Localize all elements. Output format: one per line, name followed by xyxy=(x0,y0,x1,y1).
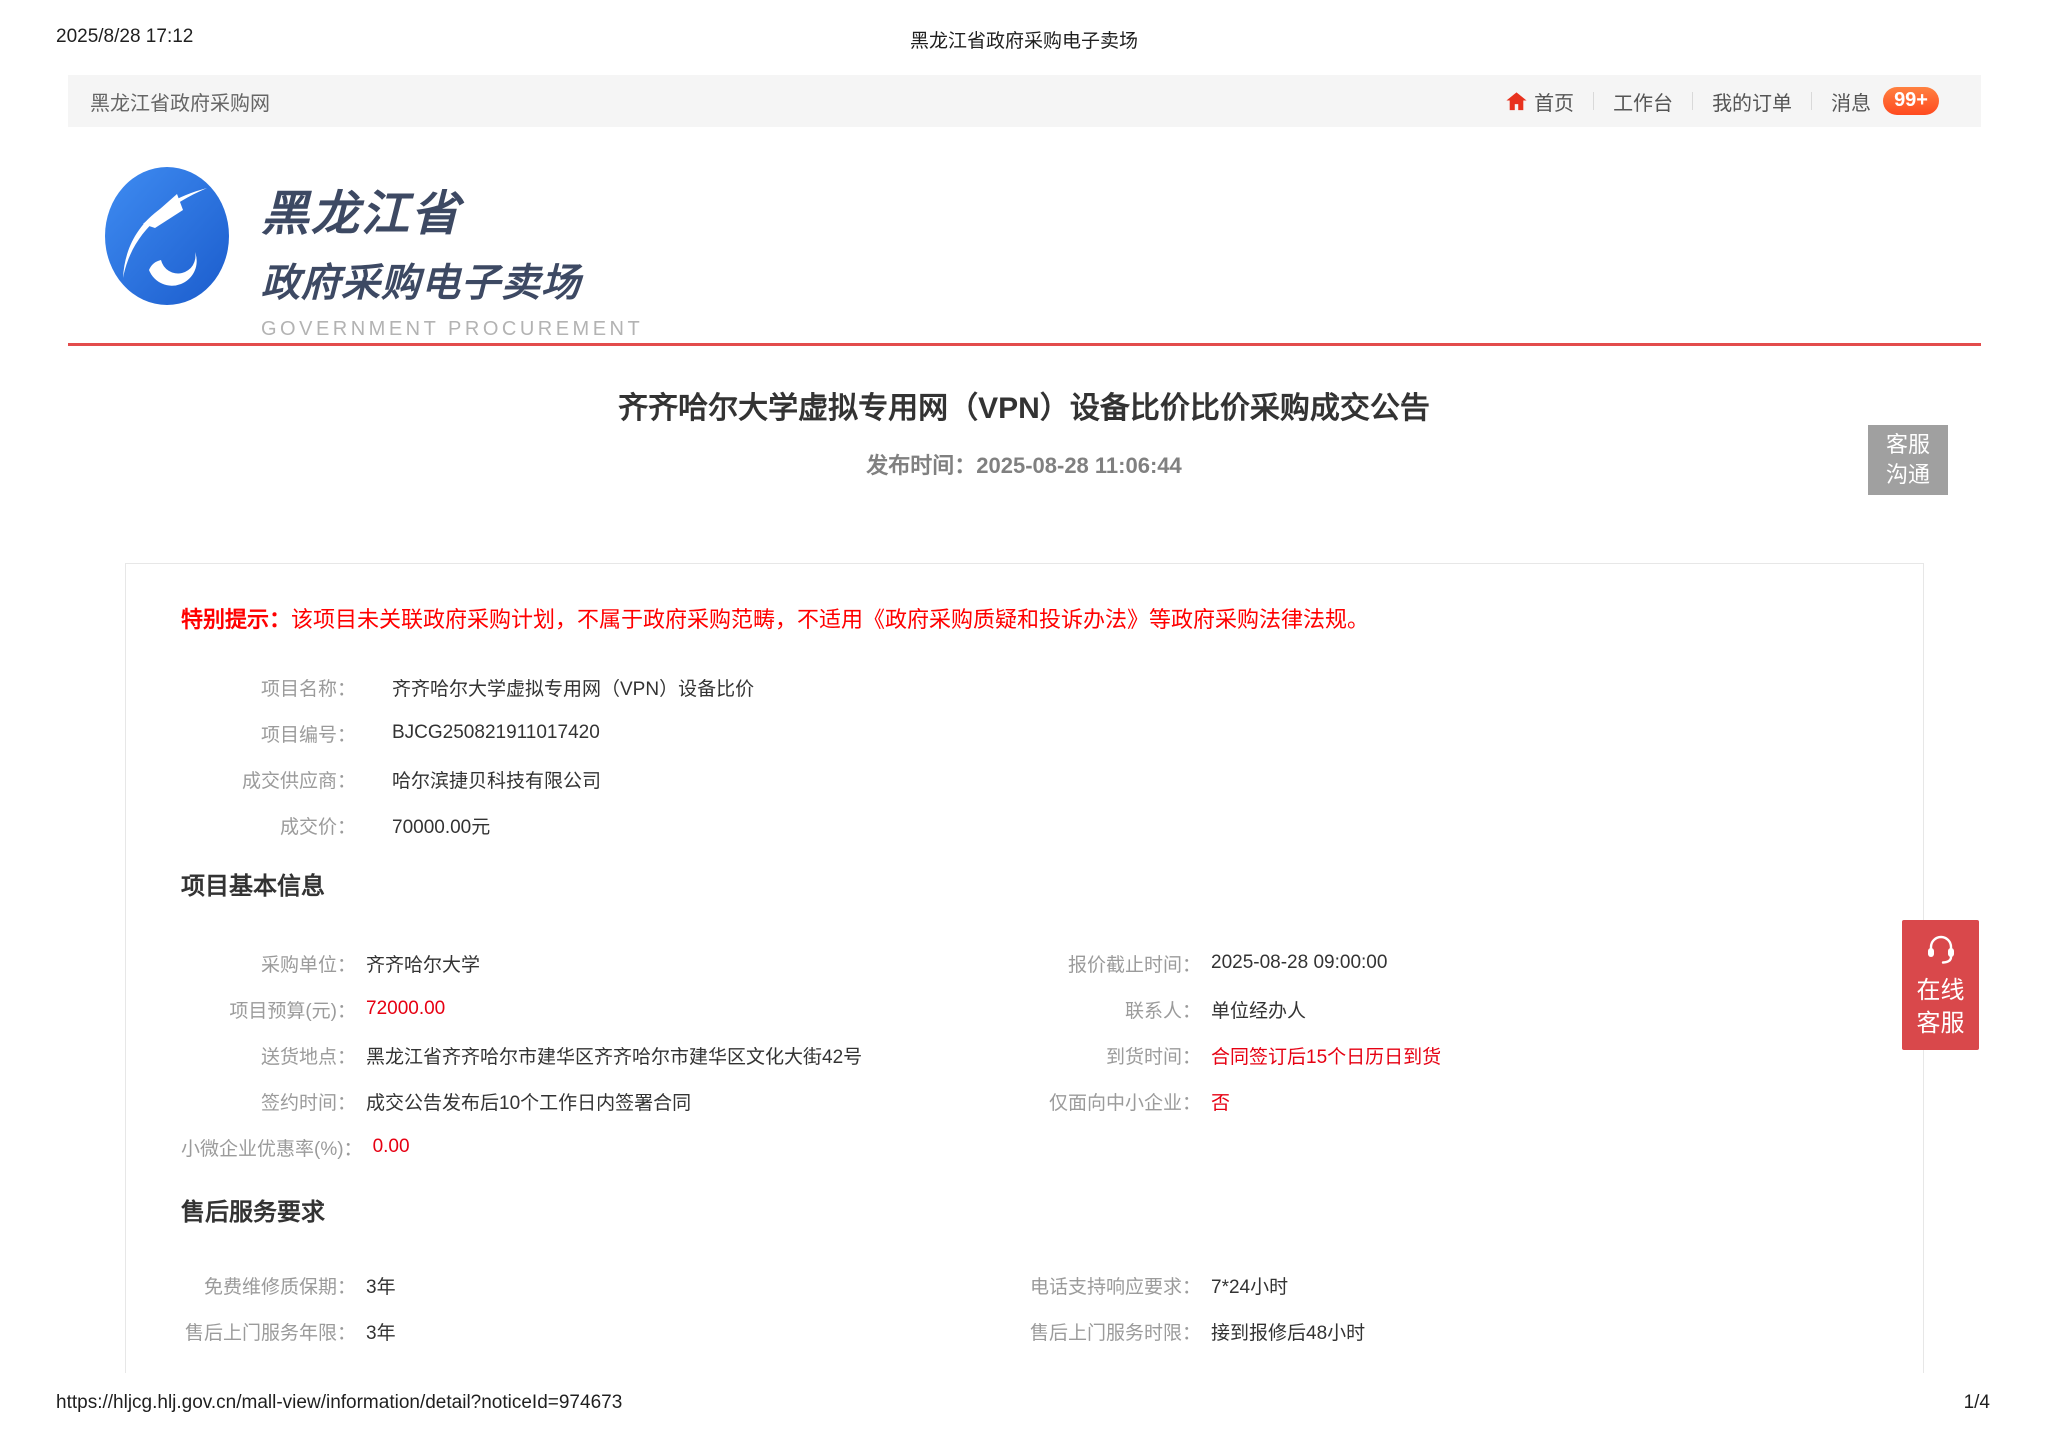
field-value: 齐齐哈尔大学 xyxy=(366,954,481,976)
field-label: 售后上门服务年限： xyxy=(184,1322,356,1344)
dragon-logo-icon xyxy=(105,167,229,305)
info-row: 项目预算(元)： 72000.00 联系人： 单位经办人 xyxy=(181,986,1863,1032)
notice-title: 齐齐哈尔大学虚拟专用网（VPN）设备比价比价采购成交公告 xyxy=(618,392,1430,425)
field-row-project-name: 项目名称： 齐齐哈尔大学虚拟专用网（VPN）设备比价 xyxy=(181,664,1863,710)
print-footer-url: https://hljcg.hlj.gov.cn/mall-view/infor… xyxy=(56,1392,623,1413)
info-row: 免费维修质保期： 3年 电话支持响应要求： 7*24小时 xyxy=(181,1262,1863,1308)
nav-item-messages[interactable]: 消息 xyxy=(1831,87,1871,116)
field-value: 成交公告发布后10个工作日内签署合同 xyxy=(366,1092,692,1114)
info-row: 售后上门服务年限： 3年 售后上门服务时限： 接到报修后48小时 xyxy=(181,1308,1863,1354)
field-label: 售后上门服务时限： xyxy=(1029,1322,1201,1344)
field-value: 3年 xyxy=(366,1276,396,1298)
red-divider-line xyxy=(68,343,1981,346)
field-value: 2025-08-28 09:00:00 xyxy=(1211,952,1388,973)
print-doc-title: 黑龙江省政府采购电子卖场 xyxy=(909,31,1138,52)
home-icon xyxy=(1506,91,1527,110)
online-kf-line2: 客服 xyxy=(1916,1010,1965,1037)
kf-btn-line1: 客服 xyxy=(1885,432,1930,457)
field-label: 成交供应商： xyxy=(241,770,356,792)
site-logo: 黑龙江省 政府采购电子卖场 GOVERNMENT PROCUREMENT xyxy=(103,166,643,341)
nav-divider xyxy=(1593,92,1595,110)
field-value: 单位经办人 xyxy=(1211,1000,1307,1022)
nav-item-my-orders[interactable]: 我的订单 xyxy=(1712,87,1792,116)
field-label: 小微企业优惠率(%)： xyxy=(181,1138,363,1160)
field-value: 3年 xyxy=(366,1322,396,1344)
field-label: 项目名称： xyxy=(260,678,356,700)
logo-line3: GOVERNMENT PROCUREMENT xyxy=(261,318,644,340)
section-heading-basic-info: 项目基本信息 xyxy=(181,873,325,900)
field-label: 仅面向中小企业： xyxy=(1048,1092,1201,1114)
nav-menu: 首页 工作台 我的订单 消息 99+ xyxy=(1505,87,1939,116)
customer-service-chat-button[interactable]: 客服 沟通 xyxy=(1868,425,1948,495)
field-label: 到货时间： xyxy=(1105,1046,1201,1068)
publish-time-line: 发布时间：2025-08-28 11:06:44 xyxy=(0,448,2048,480)
logo-text: 黑龙江省 政府采购电子卖场 GOVERNMENT PROCUREMENT xyxy=(261,166,643,341)
nav-divider xyxy=(1811,92,1813,110)
field-label: 签约时间： xyxy=(260,1092,356,1114)
field-value: 70000.00元 xyxy=(392,816,491,838)
logo-line1: 黑龙江省 xyxy=(261,188,462,241)
field-label: 送货地点： xyxy=(260,1046,356,1068)
info-row: 采购单位： 齐齐哈尔大学 报价截止时间： 2025-08-28 09:00:00 xyxy=(181,940,1863,986)
section-heading-after-sale: 售后服务要求 xyxy=(181,1199,325,1226)
info-row: 小微企业优惠率(%)： 0.00 xyxy=(181,1124,1863,1170)
field-value: 否 xyxy=(1211,1092,1231,1114)
special-tip-label: 特别提示： xyxy=(181,607,292,632)
field-value: 合同签订后15个日历日到货 xyxy=(1211,1046,1442,1068)
nav-item-home[interactable]: 首页 xyxy=(1505,87,1574,116)
logo-line2: 政府采购电子卖场 xyxy=(261,262,582,305)
notice-content-panel: 特别提示：该项目未关联政府采购计划，不属于政府采购范畴，不适用《政府采购质疑和投… xyxy=(125,563,1924,1373)
nav-messages-label: 消息 xyxy=(1831,92,1872,115)
field-label: 免费维修质保期： xyxy=(203,1276,356,1298)
field-value: 接到报修后48小时 xyxy=(1211,1322,1366,1344)
field-label: 报价截止时间： xyxy=(1067,954,1201,976)
field-value: BJCG250821911017420 xyxy=(392,722,600,743)
info-row: 送货地点： 黑龙江省齐齐哈尔市建华区齐齐哈尔市建华区文化大街42号 到货时间： … xyxy=(181,1032,1863,1078)
nav-workbench-label: 工作台 xyxy=(1613,92,1674,115)
info-row: 签约时间： 成交公告发布后10个工作日内签署合同 仅面向中小企业： 否 xyxy=(181,1078,1863,1124)
nav-home-label: 首页 xyxy=(1534,92,1575,115)
field-row-supplier: 成交供应商： 哈尔滨捷贝科技有限公司 xyxy=(181,756,1863,802)
basic-info-rows: 采购单位： 齐齐哈尔大学 报价截止时间： 2025-08-28 09:00:00… xyxy=(181,940,1863,1170)
summary-fields: 项目名称： 齐齐哈尔大学虚拟专用网（VPN）设备比价 项目编号： BJCG250… xyxy=(181,664,1863,848)
page: 2025/8/28 17:12 黑龙江省政府采购电子卖场 黑龙江省政府采购网 首… xyxy=(0,0,2048,1447)
message-count-badge[interactable]: 99+ xyxy=(1883,87,1939,115)
field-value: 黑龙江省齐齐哈尔市建华区齐齐哈尔市建华区文化大街42号 xyxy=(366,1046,863,1068)
field-row-deal-price: 成交价： 70000.00元 xyxy=(181,802,1863,848)
field-label: 联系人： xyxy=(1124,1000,1201,1022)
site-name: 黑龙江省政府采购网 xyxy=(90,92,270,115)
nav-orders-label: 我的订单 xyxy=(1712,92,1793,115)
field-row-project-number: 项目编号： BJCG250821911017420 xyxy=(181,710,1863,756)
field-label: 采购单位： xyxy=(260,954,356,976)
print-footer-page-number: 1/4 xyxy=(1963,1392,1990,1413)
after-sale-rows: 免费维修质保期： 3年 电话支持响应要求： 7*24小时 售后上门服务年限： 3… xyxy=(181,1262,1863,1354)
field-label: 电话支持响应要求： xyxy=(1029,1276,1201,1298)
field-value: 0.00 xyxy=(372,1136,410,1157)
kf-btn-line2: 沟通 xyxy=(1885,462,1930,487)
nav-divider xyxy=(1692,92,1694,110)
nav-item-workbench[interactable]: 工作台 xyxy=(1613,87,1673,116)
field-value: 齐齐哈尔大学虚拟专用网（VPN）设备比价 xyxy=(392,678,755,700)
field-label: 项目编号： xyxy=(260,724,356,746)
field-value: 72000.00 xyxy=(366,998,446,1019)
special-tip-text: 该项目未关联政府采购计划，不属于政府采购范畴，不适用《政府采购质疑和投诉办法》等… xyxy=(291,607,1370,632)
field-label: 项目预算(元)： xyxy=(229,1000,356,1022)
headset-icon xyxy=(1927,935,1954,964)
field-value: 7*24小时 xyxy=(1211,1276,1289,1298)
publish-time-label: 发布时间： xyxy=(866,453,977,478)
field-label: 成交价： xyxy=(279,816,356,838)
top-navbar: 黑龙江省政府采购网 首页 工作台 我的订单 消息 99+ xyxy=(68,75,1981,127)
publish-time-value: 2025-08-28 11:06:44 xyxy=(976,453,1182,478)
online-customer-service-button[interactable]: 在线 客服 xyxy=(1902,920,1979,1050)
special-tip: 特别提示：该项目未关联政府采购计划，不属于政府采购范畴，不适用《政府采购质疑和投… xyxy=(181,606,1863,634)
online-kf-line1: 在线 xyxy=(1916,977,1965,1004)
field-value: 哈尔滨捷贝科技有限公司 xyxy=(392,770,602,792)
